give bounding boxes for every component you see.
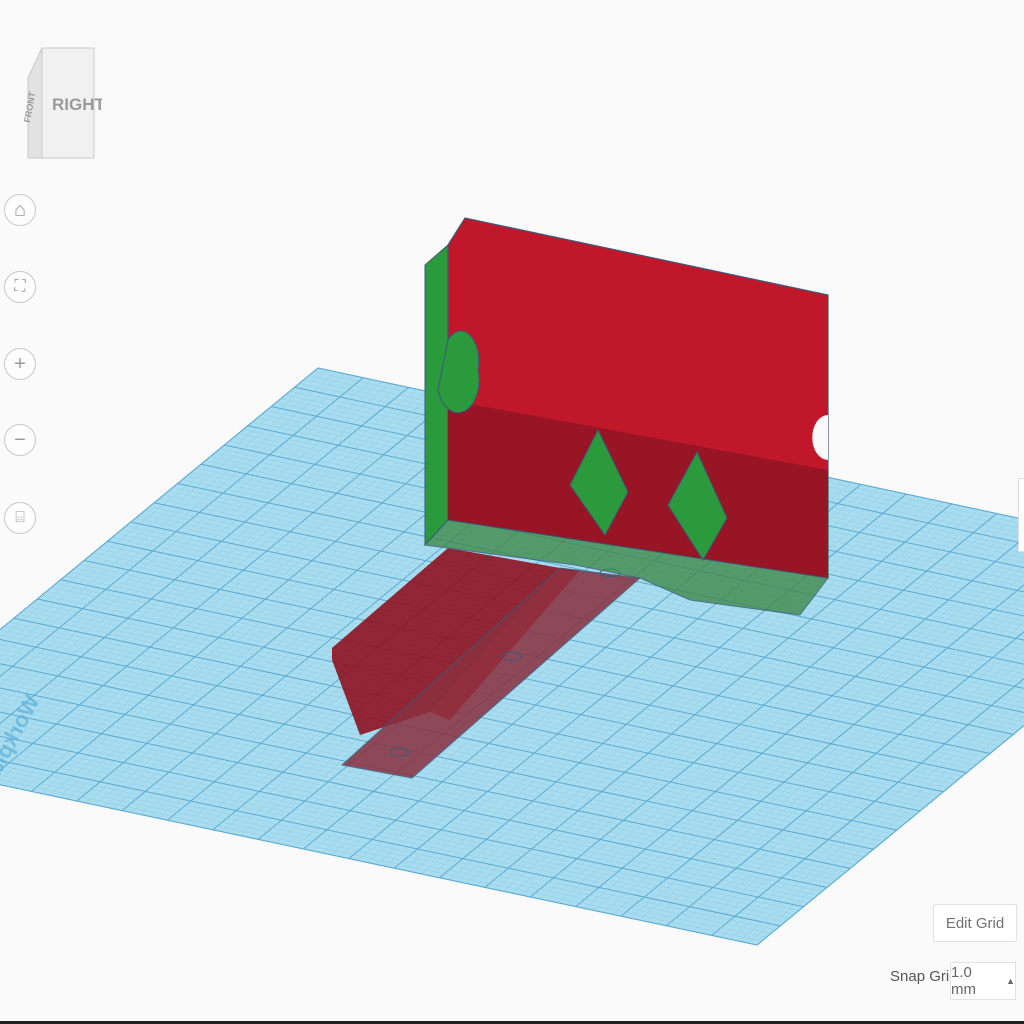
- snap-grid-label: Snap Grid: [890, 968, 958, 985]
- view-cube[interactable]: RIGHT FRONT: [22, 38, 106, 168]
- snap-grid-value: 1.0 mm: [951, 964, 976, 998]
- zoom-in-button[interactable]: +: [4, 348, 36, 380]
- 3d-viewport[interactable]: Workplane: [0, 0, 1024, 1024]
- caret-up-icon: ▲: [1006, 976, 1015, 986]
- home-icon: ⌂: [13, 198, 27, 221]
- ortho-view-button[interactable]: ⌸: [4, 502, 36, 534]
- plus-icon: +: [14, 352, 26, 375]
- edit-grid-button[interactable]: Edit Grid: [933, 904, 1017, 942]
- fit-view-button[interactable]: ⛶: [4, 271, 36, 303]
- minus-icon: −: [14, 428, 26, 451]
- perspective-icon: ⌸: [15, 509, 25, 526]
- side-panel-toggle[interactable]: [1018, 478, 1024, 552]
- home-view-button[interactable]: ⌂: [4, 194, 36, 226]
- fit-icon: ⛶: [14, 278, 26, 295]
- snap-grid-select[interactable]: 1.0 mm ▲: [950, 962, 1016, 1000]
- viewcube-right-label[interactable]: RIGHT: [52, 95, 106, 114]
- zoom-out-button[interactable]: −: [4, 424, 36, 456]
